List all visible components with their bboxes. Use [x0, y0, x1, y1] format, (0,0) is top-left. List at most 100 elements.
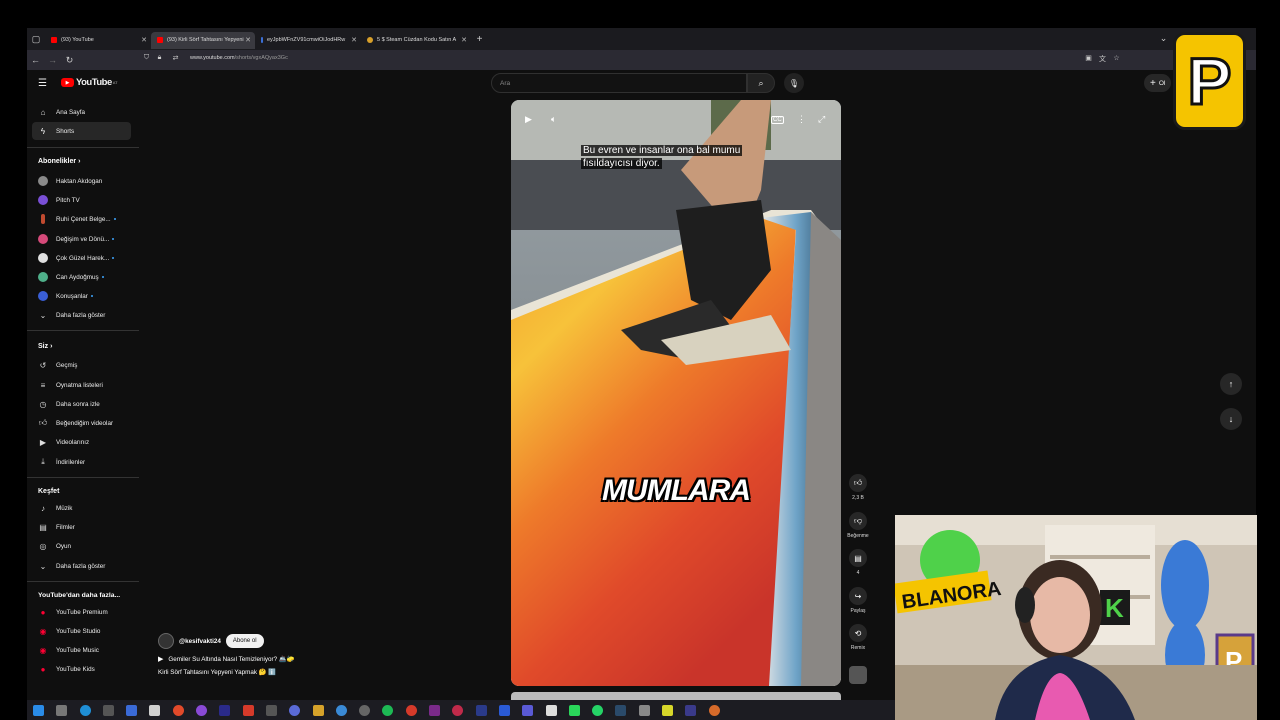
subscription-channel[interactable]: Değişim ve Dönü...	[32, 230, 131, 248]
permissions-icon[interactable]: ⇄	[167, 54, 184, 62]
app-icon[interactable]	[638, 704, 650, 716]
volume-icon[interactable]: 🔈︎	[551, 114, 556, 125]
comments-button[interactable]: ▤ 4	[845, 549, 871, 576]
menu-icon[interactable]: ☰	[38, 78, 47, 89]
search-icon[interactable]: ⌕	[747, 73, 775, 93]
subscription-channel[interactable]: Pitch TV	[32, 191, 131, 209]
like-button[interactable]: 👍︎ 2,3 B	[845, 474, 871, 501]
chrome-icon[interactable]	[405, 704, 417, 716]
next-short-preview[interactable]	[511, 692, 841, 700]
play-icon[interactable]: ▶	[525, 114, 532, 125]
tab-youtube-home[interactable]: (93) YouTube ✕	[45, 32, 151, 49]
microphone-icon[interactable]: 🎙︎	[784, 73, 804, 93]
steam-icon[interactable]	[615, 704, 627, 716]
share-button[interactable]: ↪ Paylaş	[845, 587, 871, 614]
show-more-subscriptions[interactable]: ⌄ Daha fazla göster	[32, 306, 131, 324]
remix-button[interactable]: ⟲ Remix	[845, 624, 871, 651]
app-icon[interactable]	[545, 704, 557, 716]
sidebar-item-your-videos[interactable]: ▶ Videolarınız	[32, 433, 131, 451]
search-input[interactable]: Ara	[491, 73, 747, 93]
edge-icon[interactable]	[79, 704, 91, 716]
tab-current-short[interactable]: (93) Kirli Sörf Tahtasını Yepyeni ✕	[151, 31, 255, 49]
task-view-icon[interactable]	[56, 704, 68, 716]
sidebar-item-youtube-music[interactable]: ◉ YouTube Music	[32, 641, 131, 659]
sidebar-item-youtube-studio[interactable]: ◉ YouTube Studio	[32, 622, 131, 640]
app-icon[interactable]	[219, 704, 231, 716]
firefox-active-icon[interactable]	[708, 704, 720, 716]
sidebar-item-gaming[interactable]: ◎ Oyun	[32, 537, 131, 555]
chevron-right-icon: ›	[78, 158, 81, 165]
close-tab-icon[interactable]: ✕	[245, 36, 251, 44]
create-button[interactable]: + Ol	[1144, 74, 1172, 92]
channel-avatar[interactable]	[158, 633, 174, 649]
back-icon[interactable]: ←	[27, 55, 44, 65]
sidebar-item-watch-later[interactable]: ◷ Daha sonra izle	[32, 395, 131, 413]
tab-list-icon[interactable]: ▢	[27, 34, 45, 45]
previous-short-button[interactable]: ↑	[1220, 373, 1242, 395]
tab-image-url[interactable]: eyJpbWFnZV91cmwiOiJodHRw ✕	[255, 32, 361, 49]
channel-name[interactable]: @kesifvakti24	[179, 638, 221, 645]
youtube-logo[interactable]: ▶ YouTube AT	[61, 77, 118, 88]
lock-icon[interactable]: 🔒︎	[151, 54, 168, 62]
photoshop-icon[interactable]	[498, 704, 510, 716]
related-video-link[interactable]: ▶ Gemiler Su Altında Nasıl Temizleniyor?…	[158, 655, 295, 663]
reload-icon[interactable]: ↻	[61, 55, 78, 66]
adobe-icon[interactable]	[242, 704, 254, 716]
subscription-channel[interactable]: Haktan Akdogan	[32, 172, 131, 190]
close-tab-icon[interactable]: ✕	[351, 36, 357, 44]
firefox-icon[interactable]	[196, 704, 208, 716]
bookmark-star-icon[interactable]: ☆	[1108, 54, 1125, 62]
obs-icon[interactable]	[359, 704, 371, 716]
shorts-video-player[interactable]: ▶ 🔈︎ CC ⋮ ⤢ Bu evren ve insanlar ona bal…	[511, 100, 841, 686]
premiere-icon[interactable]	[475, 704, 487, 716]
url-field[interactable]: www.youtube.com/shorts/vgxAQyax3Gc	[190, 55, 288, 61]
sidebar-item-youtube-kids[interactable]: ● YouTube Kids	[32, 660, 131, 678]
show-more-explore[interactable]: ⌄ Daha fazla göster	[32, 557, 131, 575]
subscription-channel[interactable]: Konuşanlar	[32, 287, 131, 305]
sidebar-item-downloads[interactable]: ⤓ İndirilenler	[32, 453, 131, 471]
sidebar-item-movies[interactable]: ▤ Filmler	[32, 518, 131, 536]
app-icon[interactable]	[265, 704, 277, 716]
new-tab-button[interactable]: +	[471, 34, 488, 45]
app-icon[interactable]	[335, 704, 347, 716]
sound-source-button[interactable]	[845, 666, 871, 684]
dislike-button[interactable]: 👎︎ Beğenme	[845, 512, 871, 539]
opera-icon[interactable]	[452, 704, 464, 716]
settings-icon[interactable]	[102, 704, 114, 716]
tab-steam-wallet[interactable]: 5 $ Steam Cüzdan Kodu Satın A ✕	[361, 32, 471, 49]
spotify-icon[interactable]	[382, 704, 394, 716]
sidebar-item-liked-videos[interactable]: 👍︎ Beğendiğim videolar	[32, 414, 131, 432]
tab-overflow-chevron-icon[interactable]: ⌄	[1155, 33, 1172, 44]
next-short-button[interactable]: ↓	[1220, 408, 1242, 430]
sidebar-item-home[interactable]: ⌂ Ana Sayfa	[32, 103, 131, 121]
close-tab-icon[interactable]: ✕	[141, 36, 147, 44]
more-options-icon[interactable]: ⋮	[797, 114, 806, 125]
app-icon[interactable]	[429, 704, 441, 716]
subscriptions-heading[interactable]: Abonelikler ›	[38, 158, 80, 165]
whatsapp-icon[interactable]	[592, 704, 604, 716]
sidebar-item-youtube-premium[interactable]: ● YouTube Premium	[32, 603, 131, 621]
app-icon[interactable]	[289, 704, 301, 716]
app-icon[interactable]	[662, 704, 674, 716]
app-icon[interactable]	[522, 704, 534, 716]
sidebar-item-shorts[interactable]: ϟ Shorts	[32, 122, 131, 140]
sidebar-item-history[interactable]: ↺ Geçmiş	[32, 356, 131, 374]
app-icon[interactable]	[126, 704, 138, 716]
subscription-channel[interactable]: Çok Güzel Harek...	[32, 249, 131, 267]
captions-icon[interactable]: CC	[771, 116, 784, 124]
subscribe-button[interactable]: Abone ol	[225, 634, 264, 648]
subscription-channel[interactable]: Can Aydoğmuş	[32, 268, 131, 286]
app-icon[interactable]	[172, 704, 184, 716]
you-heading[interactable]: Siz ›	[38, 343, 52, 350]
app-icon[interactable]	[685, 704, 697, 716]
fullscreen-icon[interactable]: ⤢	[818, 114, 825, 125]
subscription-channel[interactable]: Ruhi Çenet Belge...	[32, 210, 131, 228]
windows-start-icon[interactable]	[33, 704, 44, 716]
sidebar-item-playlists[interactable]: ≡ Oynatma listeleri	[32, 376, 131, 394]
forward-icon[interactable]: →	[44, 55, 61, 65]
folder-icon[interactable]	[312, 704, 324, 716]
close-tab-icon[interactable]: ✕	[461, 36, 467, 44]
sidebar-item-music[interactable]: ♪ Müzik	[32, 499, 131, 517]
app-icon[interactable]	[568, 704, 580, 716]
app-icon[interactable]	[149, 704, 161, 716]
